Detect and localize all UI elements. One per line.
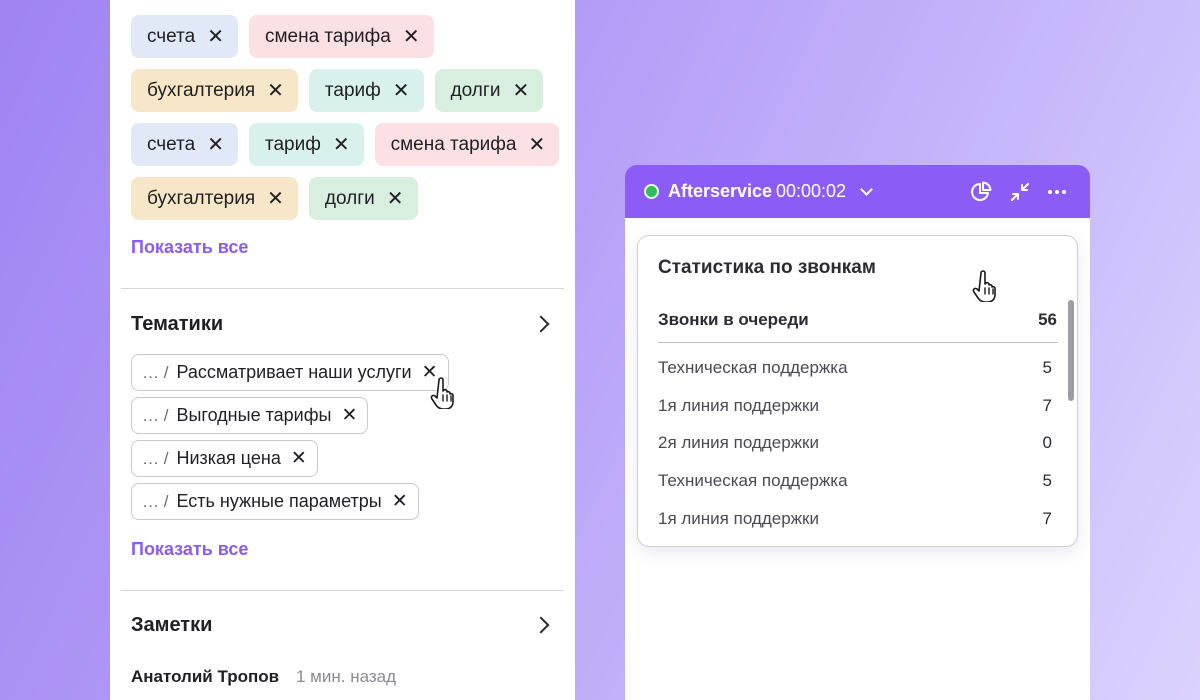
queue-value: 56 [1038, 310, 1057, 329]
tag-label: долги [450, 79, 501, 101]
remove-tag-icon[interactable]: ✕ [267, 81, 284, 101]
tag-label: смена тарифа [264, 25, 391, 47]
stat-label: Техническая поддержка [658, 358, 848, 377]
stat-label: 2я линия поддержки [658, 433, 819, 452]
tag-chip[interactable]: смена тарифа ✕ [374, 123, 560, 166]
widget-header: Afterservice 00:00:02 [625, 165, 1090, 218]
topic-path: … / [142, 448, 169, 468]
notes-title: Заметки [131, 614, 213, 636]
stat-value: 7 [1042, 396, 1052, 415]
stat-value: 0 [1042, 433, 1052, 452]
tag-chip[interactable]: тариф ✕ [308, 69, 424, 112]
tag-row: бухгалтерия ✕ тариф ✕ долги ✕ [131, 69, 571, 112]
remove-topic-icon[interactable]: ✕ [291, 447, 307, 470]
stat-row: Техническая поддержка 5 [658, 471, 1052, 495]
show-all-topics-link[interactable]: Показать все [131, 539, 248, 560]
tag-label: долги [324, 187, 375, 209]
tag-row: бухгалтерия ✕ долги ✕ [131, 177, 571, 220]
topic-label: Есть нужные параметры [176, 491, 382, 511]
remove-tag-icon[interactable]: ✕ [393, 81, 410, 101]
tag-row: счета ✕ тариф ✕ смена тарифа ✕ [131, 123, 571, 166]
stat-label: 1я линия поддержки [658, 396, 819, 415]
stat-value: 7 [1042, 509, 1052, 528]
tag-chip[interactable]: бухгалтерия ✕ [131, 177, 298, 220]
remove-tag-icon[interactable]: ✕ [207, 27, 224, 47]
tag-chip[interactable]: счета ✕ [131, 15, 238, 58]
stat-row: 2я линия поддержки 0 [658, 433, 1052, 457]
call-stats-popover: Статистика по звонкам Звонки в очереди 5… [637, 235, 1078, 547]
remove-tag-icon[interactable]: ✕ [333, 135, 350, 155]
tag-label: счета [147, 133, 196, 155]
remove-tag-icon[interactable]: ✕ [512, 81, 529, 101]
tag-label: смена тарифа [390, 133, 517, 155]
note-timestamp: 1 мин. назад [296, 667, 397, 686]
topics-chevron-right-icon[interactable] [532, 315, 550, 333]
tag-chip[interactable]: тариф ✕ [248, 123, 364, 166]
topic-path: … / [142, 491, 169, 511]
chevron-down-icon[interactable] [860, 183, 873, 196]
call-timer: 00:00:02 [776, 181, 847, 201]
stats-scrollbar[interactable] [1068, 300, 1074, 401]
topic-path: … / [142, 405, 169, 425]
hand-cursor-icon [430, 377, 454, 409]
stat-value: 5 [1042, 471, 1052, 490]
topic-label: Рассматривает наши услуги [176, 362, 412, 382]
stat-value: 5 [1042, 358, 1052, 377]
pie-chart-icon[interactable] [969, 180, 993, 204]
remove-tag-icon[interactable]: ✕ [403, 27, 420, 47]
remove-tag-icon[interactable]: ✕ [267, 189, 284, 209]
tag-label: бухгалтерия [147, 187, 256, 209]
stat-row: 1я линия поддержки 7 [658, 396, 1052, 420]
remove-tag-icon[interactable]: ✕ [387, 189, 404, 209]
tag-chip[interactable]: долги ✕ [308, 177, 418, 220]
topic-label: Выгодные тарифы [176, 405, 332, 425]
tag-label: счета [147, 25, 196, 47]
more-icon[interactable] [1045, 180, 1069, 204]
queue-label: Звонки в очереди [658, 310, 809, 329]
remove-topic-icon[interactable]: ✕ [341, 404, 357, 427]
stats-title: Статистика по звонкам [658, 257, 876, 278]
tag-label: бухгалтерия [147, 79, 256, 101]
show-all-tags-link[interactable]: Показать все [131, 237, 248, 258]
remove-topic-icon[interactable]: ✕ [392, 490, 408, 513]
topic-chip[interactable]: … / Низкая цена ✕ [131, 440, 318, 477]
widget-status-name[interactable]: Afterservice [668, 181, 772, 202]
stat-label: Техническая поддержка [658, 471, 848, 490]
tag-label: тариф [264, 133, 321, 155]
topic-chip[interactable]: … / Рассматривает наши услуги ✕ [131, 354, 449, 391]
stat-row: 1я линия поддержки 7 [658, 509, 1052, 533]
note-author: Анатолий Тропов [131, 667, 280, 686]
topic-path: … / [142, 362, 169, 382]
hand-cursor-icon [972, 270, 996, 302]
collapse-icon[interactable] [1008, 180, 1032, 204]
topic-chip[interactable]: … / Выгодные тарифы ✕ [131, 397, 369, 434]
online-status-icon [644, 184, 659, 199]
section-divider [121, 590, 564, 591]
tag-chip[interactable]: долги ✕ [434, 69, 544, 112]
tag-chip[interactable]: счета ✕ [131, 123, 238, 166]
tag-chip[interactable]: смена тарифа ✕ [248, 15, 434, 58]
notes-chevron-right-icon[interactable] [532, 616, 550, 634]
remove-tag-icon[interactable]: ✕ [529, 135, 546, 155]
tag-label: тариф [324, 79, 381, 101]
stat-row: Техническая поддержка 5 [658, 358, 1052, 382]
stats-divider [658, 342, 1058, 343]
tag-row: счета ✕ смена тарифа ✕ [131, 15, 571, 58]
call-details-panel: счета ✕ смена тарифа ✕ бухгалтерия ✕ тариф ✕… [110, 0, 575, 700]
topic-chip[interactable]: … / Есть нужные параметры ✕ [131, 483, 419, 520]
remove-tag-icon[interactable]: ✕ [207, 135, 224, 155]
topics-title: Тематики [131, 313, 224, 335]
call-widget: Afterservice 00:00:02 Статистика по звон… [625, 165, 1090, 700]
tags-list: счета ✕ смена тарифа ✕ бухгалтерия ✕ тариф ✕… [131, 15, 571, 231]
stat-label: 1я линия поддержки [658, 509, 819, 528]
topic-label: Низкая цена [176, 448, 281, 468]
tag-chip[interactable]: бухгалтерия ✕ [131, 69, 298, 112]
section-divider [121, 288, 564, 289]
